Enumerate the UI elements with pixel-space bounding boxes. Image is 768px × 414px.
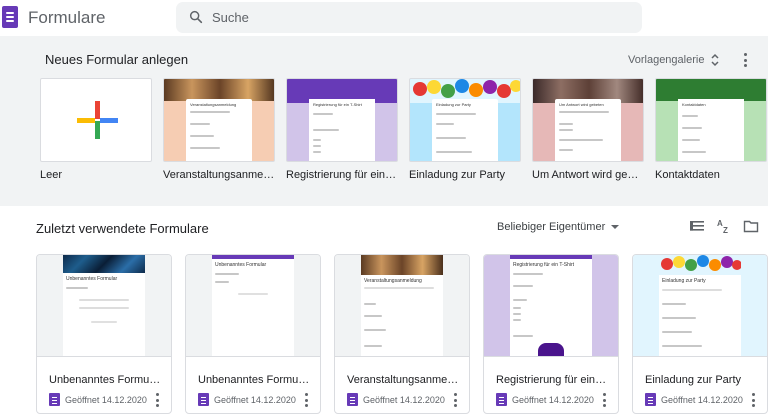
form-meta: Geöffnet 14.12.2020 [198,393,296,406]
template-party-invitation[interactable]: Einladung zur Party Einladung zur Party [409,78,521,181]
forms-file-icon [347,393,358,406]
form-more-options-icon[interactable] [602,393,606,407]
form-name: Unbenanntes Formular [198,374,310,386]
template-card-title: Kontaktdaten [682,102,706,107]
template-label: Einladung zur Party [409,169,505,181]
form-name: Veranstaltungsanmeldung [347,374,459,386]
template-thumbnail: Kontaktdaten [655,78,767,162]
template-thumbnail: Einladung zur Party [409,78,521,162]
sort-az-icon[interactable]: A Z [716,218,732,234]
forms-file-icon [198,393,209,406]
unfold-icon [711,53,719,67]
template-label: Kontaktdaten [655,169,720,181]
form-thumbnail: Einladung zur Party [633,255,767,357]
template-tshirt-registration[interactable]: Registrierung für ein T-Shirt Registrier… [286,78,398,181]
form-opened-date: Geöffnet 14.12.2020 [661,394,743,405]
template-label: Veranstaltungsanmeldu... [163,169,275,181]
form-name: Registrierung für ein T-Sh... [496,374,608,386]
template-blank[interactable]: Leer [40,78,152,181]
app-title[interactable]: Formulare [28,8,105,28]
form-card-title: Registrierung für ein T-Shirt [513,262,575,268]
form-more-options-icon[interactable] [453,393,457,407]
section-title-new-form: Neues Formular anlegen [45,52,189,67]
forms-logo-icon[interactable] [2,6,18,28]
forms-file-icon [645,393,656,406]
form-meta: Geöffnet 14.12.2020 [347,393,445,406]
owner-filter-dropdown[interactable]: Beliebiger Eigentümer [497,221,620,233]
plus-icon [77,101,118,139]
owner-filter-label: Beliebiger Eigentümer [497,221,606,233]
template-label: Leer [40,169,63,181]
template-card-title: Einladung zur Party [436,102,471,107]
form-meta: Geöffnet 14.12.2020 [49,393,147,406]
recent-form-card[interactable]: Unbenanntes Formular Unbenanntes Formula… [36,254,172,414]
template-card-title: Veranstaltungsanmeldung [190,102,237,107]
form-meta: Geöffnet 14.12.2020 [496,393,594,406]
template-label: Registrierung für ein T-... [286,169,398,181]
form-thumbnail: Unbenanntes Formular [186,255,320,357]
form-thumbnail: Registrierung für ein T-Shirt [484,255,618,357]
template-contact-info[interactable]: Kontaktdaten Kontaktdaten [655,78,767,181]
form-more-options-icon[interactable] [751,393,755,407]
form-meta: Geöffnet 14.12.2020 [645,393,743,406]
recent-form-card[interactable]: Veranstaltungsanmeldung Veranstaltungsan… [334,254,470,414]
template-gallery-button[interactable]: Vorlagengalerie [628,50,720,70]
form-opened-date: Geöffnet 14.12.2020 [363,394,445,405]
form-more-options-icon[interactable] [304,393,308,407]
svg-text:Z: Z [723,226,728,234]
template-card-title: Um Antwort wird gebeten [559,102,604,107]
form-name: Unbenanntes Formular [49,374,161,386]
forms-file-icon [496,393,507,406]
app-header: Formulare [0,0,768,36]
form-name: Einladung zur Party [645,374,741,386]
list-view-icon[interactable] [689,218,705,234]
template-thumbnail: Veranstaltungsanmeldung [163,78,275,162]
search-icon[interactable] [188,9,204,25]
search-box[interactable] [176,2,642,33]
form-thumbnail: Unbenanntes Formular [37,255,171,357]
form-card-title: Unbenanntes Formular [215,262,267,268]
search-input[interactable] [212,2,612,33]
dropdown-arrow-icon [611,225,620,229]
form-more-options-icon[interactable] [155,393,159,407]
form-opened-date: Geöffnet 14.12.2020 [512,394,594,405]
more-options-icon[interactable] [743,53,747,67]
template-event-registration[interactable]: Veranstaltungsanmeldung Veranstaltungsan… [163,78,275,181]
template-gallery-label: Vorlagengalerie [628,54,705,66]
template-label: Um Antwort wird gebet... [532,169,644,181]
form-opened-date: Geöffnet 14.12.2020 [65,394,147,405]
form-thumbnail: Veranstaltungsanmeldung [335,255,469,357]
template-thumbnail: Um Antwort wird gebeten [532,78,644,162]
template-thumbnail: Registrierung für ein T-Shirt [286,78,398,162]
forms-file-icon [49,393,60,406]
template-card-title: Registrierung für ein T-Shirt [313,102,362,107]
template-rsvp[interactable]: Um Antwort wird gebeten Um Antwort wird … [532,78,644,181]
folder-icon[interactable] [743,218,759,234]
recent-form-card[interactable]: Registrierung für ein T-Shirt Registrier… [483,254,619,414]
template-gallery-section: Neues Formular anlegen Vorlagengalerie L… [0,36,768,206]
form-card-title: Unbenanntes Formular [66,276,118,282]
form-card-title: Einladung zur Party [662,278,706,284]
form-card-title: Veranstaltungsanmeldung [364,278,422,284]
balloons-image [659,255,741,275]
template-thumbnail [40,78,152,162]
form-opened-date: Geöffnet 14.12.2020 [214,394,296,405]
section-title-recent: Zuletzt verwendete Formulare [36,221,209,236]
recent-form-card[interactable]: Unbenanntes Formular Unbenanntes Formula… [185,254,321,414]
recent-forms-section: Zuletzt verwendete Formulare Beliebiger … [0,206,768,414]
recent-form-card[interactable]: Einladung zur Party Einladung zur Party … [632,254,768,414]
